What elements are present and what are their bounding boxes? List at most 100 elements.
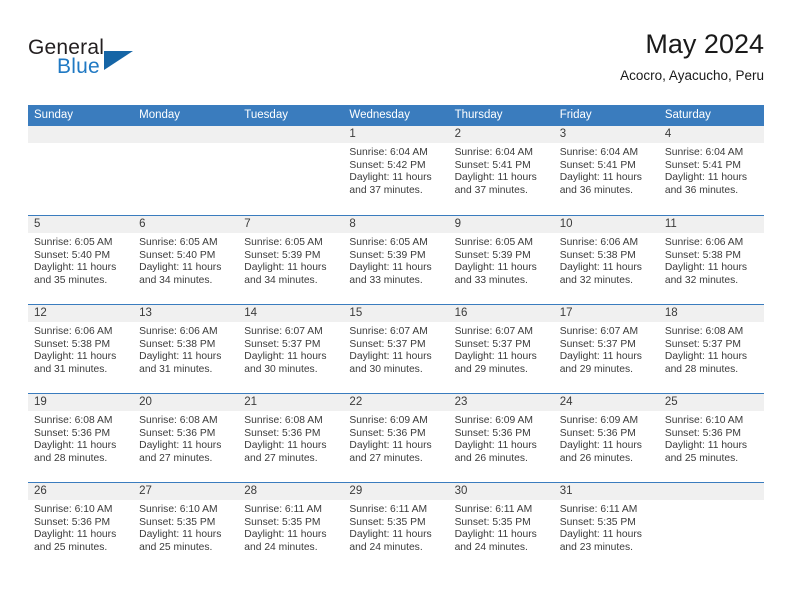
day-number: 11	[658, 216, 764, 233]
sunrise-text: Sunrise: 6:11 AM	[454, 504, 533, 515]
day-details: Sunrise: 6:05 AM Sunset: 5:39 PM Daylight:…	[449, 233, 554, 288]
sunset-text: Sunset: 5:36 PM	[664, 427, 741, 439]
day-details: Sunrise: 6:11 AM Sunset: 5:35 PM Daylight:…	[238, 500, 343, 555]
day-number: 19	[28, 394, 134, 411]
calendar-day-cell[interactable]: 29 Sunrise: 6:11 AM Sunset: 5:35 PM Dayligh…	[343, 483, 449, 571]
calendar-day-cell[interactable]: 27 Sunrise: 6:10 AM Sunset: 5:35 PM Dayligh…	[133, 483, 239, 571]
calendar-day-cell[interactable]: 8 Sunrise: 6:05 AM Sunset: 5:39 PM Daylight…	[343, 216, 449, 304]
calendar-day-cell-empty	[658, 483, 764, 571]
day-details: Sunrise: 6:07 AM Sunset: 5:37 PM Daylight:…	[554, 322, 659, 377]
sunset-text: Sunset: 5:41 PM	[664, 159, 741, 171]
day-number: 23	[448, 394, 554, 411]
day-details: Sunrise: 6:06 AM Sunset: 5:38 PM Daylight:…	[554, 233, 659, 288]
calendar-day-cell[interactable]: 10 Sunrise: 6:06 AM Sunset: 5:38 PM Dayligh…	[553, 216, 659, 304]
daylight-text-line2: and 26 minutes.	[454, 453, 528, 465]
calendar-week-row: 1 Sunrise: 6:04 AM Sunset: 5:42 PM Daylight…	[28, 126, 764, 215]
sunrise-text: Sunrise: 6:11 AM	[349, 504, 428, 515]
day-details: Sunrise: 6:08 AM Sunset: 5:36 PM Daylight:…	[238, 411, 343, 466]
daylight-text-line1: Daylight: 11 hours	[349, 529, 432, 541]
sunset-text: Sunset: 5:37 PM	[664, 338, 741, 350]
calendar-day-cell[interactable]: 15 Sunrise: 6:07 AM Sunset: 5:37 PM Dayligh…	[343, 305, 449, 393]
calendar-day-cell[interactable]: 3 Sunrise: 6:04 AM Sunset: 5:41 PM Daylight…	[553, 126, 659, 215]
calendar-page: General Blue May 2024 Acocro, Ayacucho, …	[0, 0, 792, 612]
day-number: 6	[133, 216, 239, 233]
day-details: Sunrise: 6:05 AM Sunset: 5:39 PM Daylight:…	[343, 233, 448, 288]
sunrise-text: Sunrise: 6:09 AM	[454, 415, 533, 426]
general-blue-logo: General Blue	[28, 36, 228, 86]
calendar-day-cell[interactable]: 24 Sunrise: 6:09 AM Sunset: 5:36 PM Dayligh…	[553, 394, 659, 482]
calendar-day-cell[interactable]: 11 Sunrise: 6:06 AM Sunset: 5:38 PM Dayligh…	[658, 216, 764, 304]
calendar-day-cell[interactable]: 18 Sunrise: 6:08 AM Sunset: 5:37 PM Dayligh…	[658, 305, 764, 393]
calendar-day-cell[interactable]: 12 Sunrise: 6:06 AM Sunset: 5:38 PM Dayligh…	[28, 305, 134, 393]
daylight-text-line2: and 24 minutes.	[454, 542, 528, 554]
calendar-day-cell[interactable]: 31 Sunrise: 6:11 AM Sunset: 5:35 PM Dayligh…	[553, 483, 659, 571]
day-number: 7	[238, 216, 344, 233]
calendar-day-cell[interactable]: 30 Sunrise: 6:11 AM Sunset: 5:35 PM Dayligh…	[448, 483, 554, 571]
day-details: Sunrise: 6:05 AM Sunset: 5:40 PM Daylight:…	[28, 233, 133, 288]
calendar-day-cell[interactable]: 25 Sunrise: 6:10 AM Sunset: 5:36 PM Dayligh…	[658, 394, 764, 482]
calendar-day-cell[interactable]: 26 Sunrise: 6:10 AM Sunset: 5:36 PM Dayligh…	[28, 483, 134, 571]
day-number: 5	[28, 216, 134, 233]
page-header: General Blue May 2024 Acocro, Ayacucho, …	[28, 28, 764, 90]
day-number: 26	[28, 483, 134, 500]
daylight-text-line1: Daylight: 11 hours	[664, 351, 748, 363]
sunset-text: Sunset: 5:40 PM	[139, 249, 216, 261]
calendar-day-cell[interactable]: 16 Sunrise: 6:07 AM Sunset: 5:37 PM Dayligh…	[448, 305, 554, 393]
sunrise-text: Sunrise: 6:10 AM	[664, 415, 744, 426]
daylight-text-line1: Daylight: 11 hours	[34, 351, 117, 363]
calendar-day-cell[interactable]: 5 Sunrise: 6:05 AM Sunset: 5:40 PM Daylight…	[28, 216, 134, 304]
calendar-day-cell[interactable]: 20 Sunrise: 6:08 AM Sunset: 5:36 PM Dayligh…	[133, 394, 239, 482]
calendar-day-cell[interactable]: 28 Sunrise: 6:11 AM Sunset: 5:35 PM Dayligh…	[238, 483, 344, 571]
daylight-text-line2: and 34 minutes.	[139, 275, 213, 287]
sunset-text: Sunset: 5:35 PM	[139, 516, 216, 528]
day-number: 13	[133, 305, 239, 322]
sunset-text: Sunset: 5:38 PM	[34, 338, 111, 350]
calendar-day-cell[interactable]: 21 Sunrise: 6:08 AM Sunset: 5:36 PM Dayligh…	[238, 394, 344, 482]
calendar-day-cell[interactable]: 1 Sunrise: 6:04 AM Sunset: 5:42 PM Daylight…	[343, 126, 449, 215]
sunset-text: Sunset: 5:35 PM	[559, 516, 636, 528]
day-number: 28	[238, 483, 344, 500]
daylight-text-line1: Daylight: 11 hours	[244, 351, 327, 363]
daylight-text-line1: Daylight: 11 hours	[244, 440, 327, 452]
calendar-day-cell[interactable]: 17 Sunrise: 6:07 AM Sunset: 5:37 PM Dayligh…	[553, 305, 659, 393]
calendar-day-cell[interactable]: 14 Sunrise: 6:07 AM Sunset: 5:37 PM Dayligh…	[238, 305, 344, 393]
daylight-text-line2: and 25 minutes.	[664, 453, 739, 465]
daylight-text-line1: Daylight: 11 hours	[664, 440, 748, 452]
daylight-text-line1: Daylight: 11 hours	[664, 172, 748, 184]
daylight-text-line2: and 31 minutes.	[139, 364, 213, 376]
sunset-text: Sunset: 5:36 PM	[34, 516, 111, 528]
daylight-text-line1: Daylight: 11 hours	[34, 529, 117, 541]
calendar-weeks: 1 Sunrise: 6:04 AM Sunset: 5:42 PM Daylight…	[28, 126, 764, 571]
daylight-text-line1: Daylight: 11 hours	[559, 529, 642, 541]
calendar-day-cell[interactable]: 2 Sunrise: 6:04 AM Sunset: 5:41 PM Daylight…	[448, 126, 554, 215]
day-details: Sunrise: 6:09 AM Sunset: 5:36 PM Daylight:…	[343, 411, 448, 466]
day-number	[28, 126, 134, 143]
calendar-day-cell[interactable]: 13 Sunrise: 6:06 AM Sunset: 5:38 PM Dayligh…	[133, 305, 239, 393]
daylight-text-line2: and 23 minutes.	[559, 542, 633, 554]
calendar-day-cell[interactable]: 9 Sunrise: 6:05 AM Sunset: 5:39 PM Daylight…	[448, 216, 554, 304]
sunrise-text: Sunrise: 6:09 AM	[349, 415, 428, 426]
day-number	[133, 126, 239, 143]
calendar-day-cell[interactable]: 19 Sunrise: 6:08 AM Sunset: 5:36 PM Dayligh…	[28, 394, 134, 482]
calendar-week-row: 26 Sunrise: 6:10 AM Sunset: 5:36 PM Dayligh…	[28, 482, 764, 571]
day-details: Sunrise: 6:11 AM Sunset: 5:35 PM Daylight:…	[343, 500, 448, 555]
day-number: 8	[343, 216, 449, 233]
sunrise-text: Sunrise: 6:06 AM	[664, 237, 744, 248]
calendar-day-cell[interactable]: 6 Sunrise: 6:05 AM Sunset: 5:40 PM Daylight…	[133, 216, 239, 304]
day-number: 16	[448, 305, 554, 322]
day-details: Sunrise: 6:11 AM Sunset: 5:35 PM Daylight:…	[449, 500, 554, 555]
calendar-day-cell[interactable]: 23 Sunrise: 6:09 AM Sunset: 5:36 PM Dayligh…	[448, 394, 554, 482]
day-number: 1	[343, 126, 449, 143]
sunrise-text: Sunrise: 6:06 AM	[139, 326, 218, 337]
calendar-day-cell[interactable]: 7 Sunrise: 6:05 AM Sunset: 5:39 PM Daylight…	[238, 216, 344, 304]
day-details: Sunrise: 6:07 AM Sunset: 5:37 PM Daylight:…	[449, 322, 554, 377]
sunset-text: Sunset: 5:39 PM	[349, 249, 426, 261]
weekday-header-wednesday: Wednesday	[349, 109, 410, 121]
sunrise-text: Sunrise: 6:05 AM	[454, 237, 533, 248]
day-details: Sunrise: 6:09 AM Sunset: 5:36 PM Daylight:…	[449, 411, 554, 466]
daylight-text-line2: and 27 minutes.	[244, 453, 318, 465]
day-number: 3	[553, 126, 659, 143]
sunrise-text: Sunrise: 6:11 AM	[244, 504, 322, 515]
calendar-day-cell[interactable]: 22 Sunrise: 6:09 AM Sunset: 5:36 PM Dayligh…	[343, 394, 449, 482]
calendar-day-cell[interactable]: 4 Sunrise: 6:04 AM Sunset: 5:41 PM Daylight…	[658, 126, 764, 215]
